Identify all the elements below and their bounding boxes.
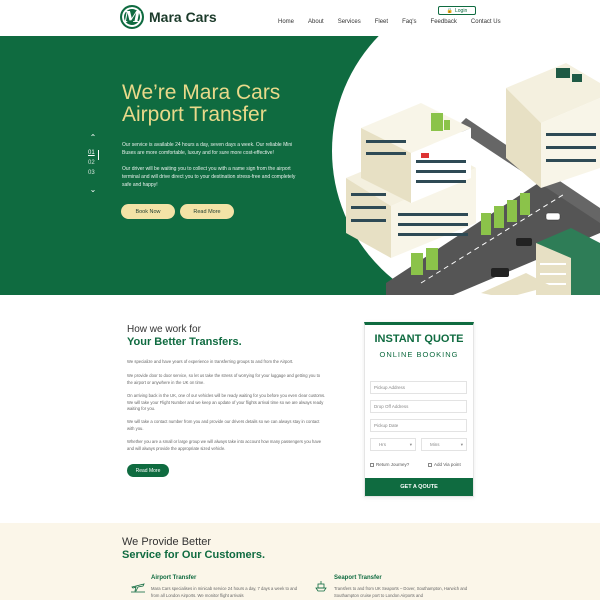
login-label: Login <box>455 7 468 14</box>
plane-icon <box>131 583 145 593</box>
via-point-label: Add Via point <box>434 462 461 467</box>
pickup-date-input[interactable]: Pickup Date <box>370 419 467 432</box>
service-name: Airport Transfer <box>151 575 197 581</box>
chevron-up-icon[interactable]: ⌃ <box>88 132 98 142</box>
return-journey-label: Return Journey? <box>376 462 410 467</box>
nav-fleet[interactable]: Fleet <box>375 19 388 25</box>
minutes-select[interactable]: Mins ▾ <box>421 438 467 451</box>
section-subtitle: Service for Our Customers. <box>122 549 266 561</box>
hours-select-value: Hrs <box>379 442 386 447</box>
section-title: We Provide Better <box>122 536 212 548</box>
service-description: Transfers to and from UK Seaports – Dove… <box>334 586 468 598</box>
nav-contact[interactable]: Contact Us <box>471 19 501 25</box>
book-now-button[interactable]: Book Now <box>121 204 175 219</box>
hours-select[interactable]: Hrs ▾ <box>370 438 416 451</box>
how-paragraph: Whether you are a small or large group w… <box>127 439 322 451</box>
via-point-checkbox[interactable]: Add Via point <box>428 462 461 467</box>
nav-feedback[interactable]: Feedback <box>431 19 457 25</box>
city-illustration <box>346 63 600 295</box>
read-more-button[interactable]: Read More <box>180 204 234 219</box>
how-paragraph: We specialize and have years of experien… <box>127 359 294 364</box>
nav-home[interactable]: Home <box>278 19 294 25</box>
site-header: M Mara Cars 🔒 Login Home About Services … <box>0 0 600 36</box>
dropoff-address-input[interactable]: Drop Off Address <box>370 400 467 413</box>
logo-mark: M <box>120 5 144 29</box>
slide-active-bar <box>98 150 99 160</box>
slide-indicator[interactable]: 02 <box>88 158 98 168</box>
service-description: Mara Cars specialises in minicab service… <box>151 586 298 598</box>
quote-title: INSTANT QUOTE <box>374 333 464 345</box>
checkbox-box <box>428 462 432 467</box>
lock-icon: 🔒 <box>446 7 453 14</box>
chevron-down-icon[interactable]: ⌄ <box>88 184 98 194</box>
slide-indicator[interactable]: 01 <box>88 148 98 158</box>
login-button[interactable]: 🔒 Login <box>438 6 476 15</box>
section-subtitle: Your Better Transfers. <box>127 336 242 348</box>
section-title: How we work for <box>127 324 201 335</box>
how-paragraph: We provide door to door service, so let … <box>127 373 321 385</box>
ship-icon <box>315 581 327 592</box>
checkbox-box <box>370 462 374 467</box>
hero-section: We’re Mara Cars Airport Transfer Our ser… <box>0 36 600 295</box>
main-nav: Home About Services Fleet Faq's Feedback… <box>278 19 501 25</box>
nav-about[interactable]: About <box>308 19 324 25</box>
chevron-down-icon: ▾ <box>409 441 412 447</box>
read-more-button[interactable]: Read More <box>127 464 169 477</box>
how-we-work-section: How we work for Your Better Transfers. W… <box>0 295 600 523</box>
hero-title: We’re Mara Cars Airport Transfer <box>122 82 280 126</box>
pickup-address-input[interactable]: Pickup Address <box>370 381 467 394</box>
slider-nav: ⌃ 01 02 03 ⌄ <box>88 132 98 194</box>
slide-indicator[interactable]: 03 <box>88 168 98 178</box>
quote-subtitle: ONLINE BOOKING <box>379 350 459 359</box>
service-name: Seaport Transfer <box>334 575 382 581</box>
nav-services[interactable]: Services <box>338 19 361 25</box>
services-section: We Provide Better Service for Our Custom… <box>0 523 600 600</box>
how-paragraph: On arriving back in the UK, one of our v… <box>127 393 326 411</box>
chevron-down-icon: ▾ <box>460 441 463 447</box>
logo[interactable]: M Mara Cars <box>120 5 217 29</box>
get-quote-button[interactable]: GET A QOUTE <box>365 478 473 496</box>
logo-text: Mara Cars <box>149 9 217 25</box>
how-paragraph: We will take a contact number from you a… <box>127 419 320 431</box>
return-journey-checkbox[interactable]: Return Journey? <box>370 462 409 467</box>
hero-paragraph: Our service is available 24 hours a day,… <box>122 142 293 156</box>
instant-quote-form: INSTANT QUOTE ONLINE BOOKING Pickup Addr… <box>364 322 474 497</box>
hero-paragraph: Our driver will be waiting you to collec… <box>122 166 296 188</box>
nav-faqs[interactable]: Faq's <box>402 19 416 25</box>
hero-title-line1: We’re Mara Cars <box>122 81 281 104</box>
hero-title-line2: Airport Transfer <box>122 103 267 126</box>
minutes-select-value: Mins <box>430 442 440 447</box>
